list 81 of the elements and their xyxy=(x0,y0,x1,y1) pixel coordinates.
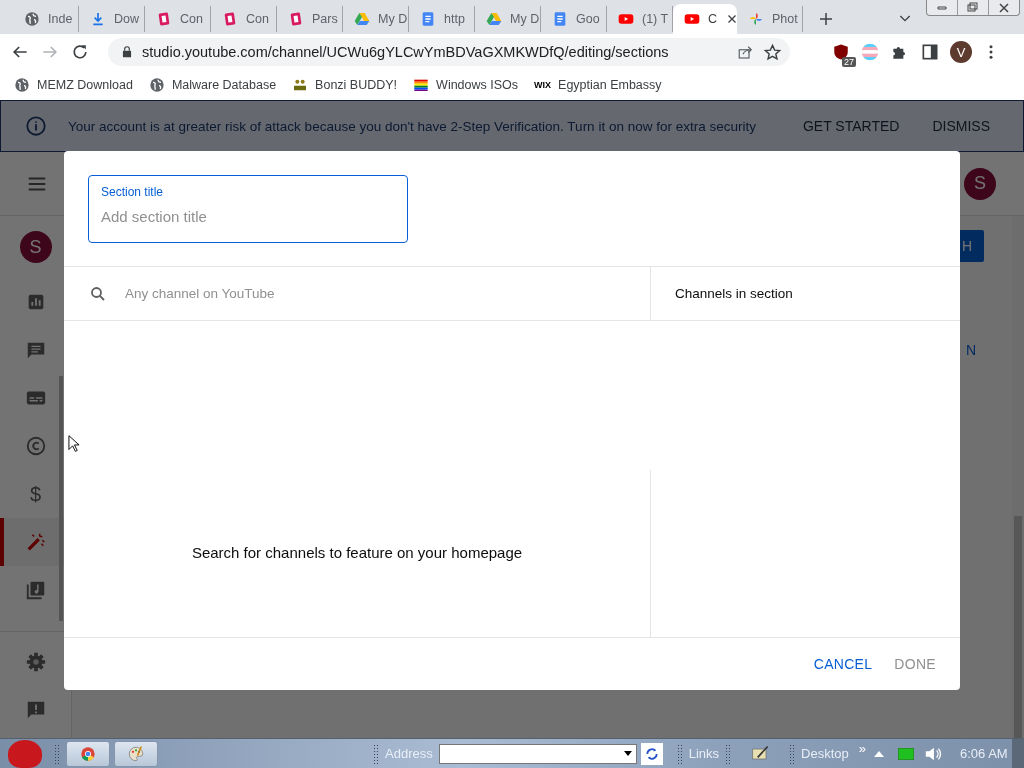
browser-tab[interactable]: Con xyxy=(145,6,211,32)
channel-avatar[interactable]: S xyxy=(19,231,52,263)
field-label: Section title xyxy=(101,185,165,199)
bookmark-label: Egyptian Embassy xyxy=(558,78,662,92)
toolbar-label: Address xyxy=(385,746,433,761)
bookmark-label: Malware Database xyxy=(171,78,277,92)
toolbar-label: Desktop xyxy=(801,746,849,761)
dropdown-icon xyxy=(623,751,632,756)
share-icon[interactable] xyxy=(737,43,755,61)
dialog-button[interactable]: CANCEL xyxy=(805,648,881,680)
wix-mark: WIX xyxy=(534,80,552,90)
up-arrow-icon[interactable] xyxy=(874,749,884,758)
drive-icon xyxy=(486,11,502,27)
bookmark-icon xyxy=(288,11,304,27)
palette-icon xyxy=(127,744,145,763)
go-button[interactable] xyxy=(640,742,663,765)
bookmark-icon xyxy=(156,11,172,27)
browser-icon xyxy=(80,745,96,762)
account-avatar[interactable]: S xyxy=(964,167,996,200)
restore-icon[interactable] xyxy=(966,1,980,14)
mouse-pointer-icon xyxy=(68,434,80,454)
profile-avatar[interactable]: V xyxy=(950,41,972,63)
bookmark-label: Windows ISOs xyxy=(436,78,519,92)
toolbar-label: Links xyxy=(688,746,720,761)
info-icon xyxy=(25,115,47,137)
drive-icon xyxy=(354,11,370,27)
address-field[interactable] xyxy=(438,743,637,764)
search-icon xyxy=(89,284,107,303)
bookmark[interactable]: Windows ISOs xyxy=(413,77,519,93)
star-icon[interactable] xyxy=(763,42,782,62)
lock-icon xyxy=(120,45,134,59)
play-icon xyxy=(684,11,700,27)
bookmark[interactable]: Bonzi BUDDY! xyxy=(292,77,398,93)
play-icon xyxy=(618,11,634,27)
chevron-button[interactable]: » xyxy=(858,741,866,756)
document-icon xyxy=(420,11,436,27)
bookmark-label: Bonzi BUDDY! xyxy=(315,78,398,92)
music-library-icon xyxy=(24,579,47,601)
browser-tab[interactable]: C xyxy=(673,4,737,34)
download-icon xyxy=(90,11,106,27)
pinwheel-icon xyxy=(748,11,764,27)
globe-icon xyxy=(24,11,40,27)
column-heading: Channels in section xyxy=(675,286,793,301)
gear-icon xyxy=(24,651,47,673)
globe-icon xyxy=(14,77,30,93)
banner-action[interactable]: GET STARTED xyxy=(802,118,900,134)
taskbar-button[interactable] xyxy=(66,740,110,767)
bookmark-label: MEMZ Download xyxy=(37,78,133,92)
scrollbar-thumb[interactable] xyxy=(59,376,63,621)
bookmark[interactable]: MEMZ Download xyxy=(14,77,133,93)
start-button[interactable] xyxy=(8,739,42,768)
rainbow-flag-icon xyxy=(413,77,430,93)
globe-icon xyxy=(148,77,165,93)
bookmark-icon xyxy=(222,11,238,27)
shield-icon[interactable] xyxy=(832,43,850,61)
browser-tab[interactable]: Phot xyxy=(737,6,803,32)
people-icon xyxy=(292,77,309,93)
banner-message: Your account is at greater risk of attack because you don't have 2-Step Verification. Turn it on now for extra security xyxy=(68,118,757,134)
plus-icon[interactable] xyxy=(817,10,835,28)
browser-tab[interactable]: http xyxy=(409,6,475,32)
bookmark[interactable]: Malware Database xyxy=(148,77,277,93)
browser-tab[interactable]: Dow xyxy=(79,6,145,32)
clock: 6:06 AM xyxy=(960,746,1008,761)
browser-tab[interactable]: Inde xyxy=(13,6,79,32)
copyright-icon xyxy=(24,435,47,457)
browser-tab[interactable]: Goo xyxy=(541,6,607,32)
reload-icon[interactable] xyxy=(70,42,90,62)
empty-state-message: Search for channels to feature on your homepage xyxy=(191,543,523,561)
browser-tab[interactable]: My D xyxy=(343,6,409,32)
document-icon xyxy=(552,11,568,27)
browser-tab[interactable]: Pars xyxy=(277,6,343,32)
section-title-field[interactable]: Section title Add section title xyxy=(88,175,408,243)
extension-badge: 27 xyxy=(842,57,856,67)
link[interactable]: N xyxy=(965,342,976,358)
browser-tab[interactable]: My D xyxy=(475,6,541,32)
address-bar[interactable]: studio.youtube.com/channel/UCWu6gYLCwYmBDVaGXMKWDfQ/editing/sections xyxy=(108,38,790,66)
browser-tab[interactable]: Con xyxy=(211,6,277,32)
close-icon[interactable] xyxy=(997,1,1011,14)
side-panel-icon[interactable] xyxy=(920,42,940,62)
bookmark[interactable]: WIX Egyptian Embassy xyxy=(534,78,662,92)
banner-action[interactable]: DISMISS xyxy=(932,118,990,134)
